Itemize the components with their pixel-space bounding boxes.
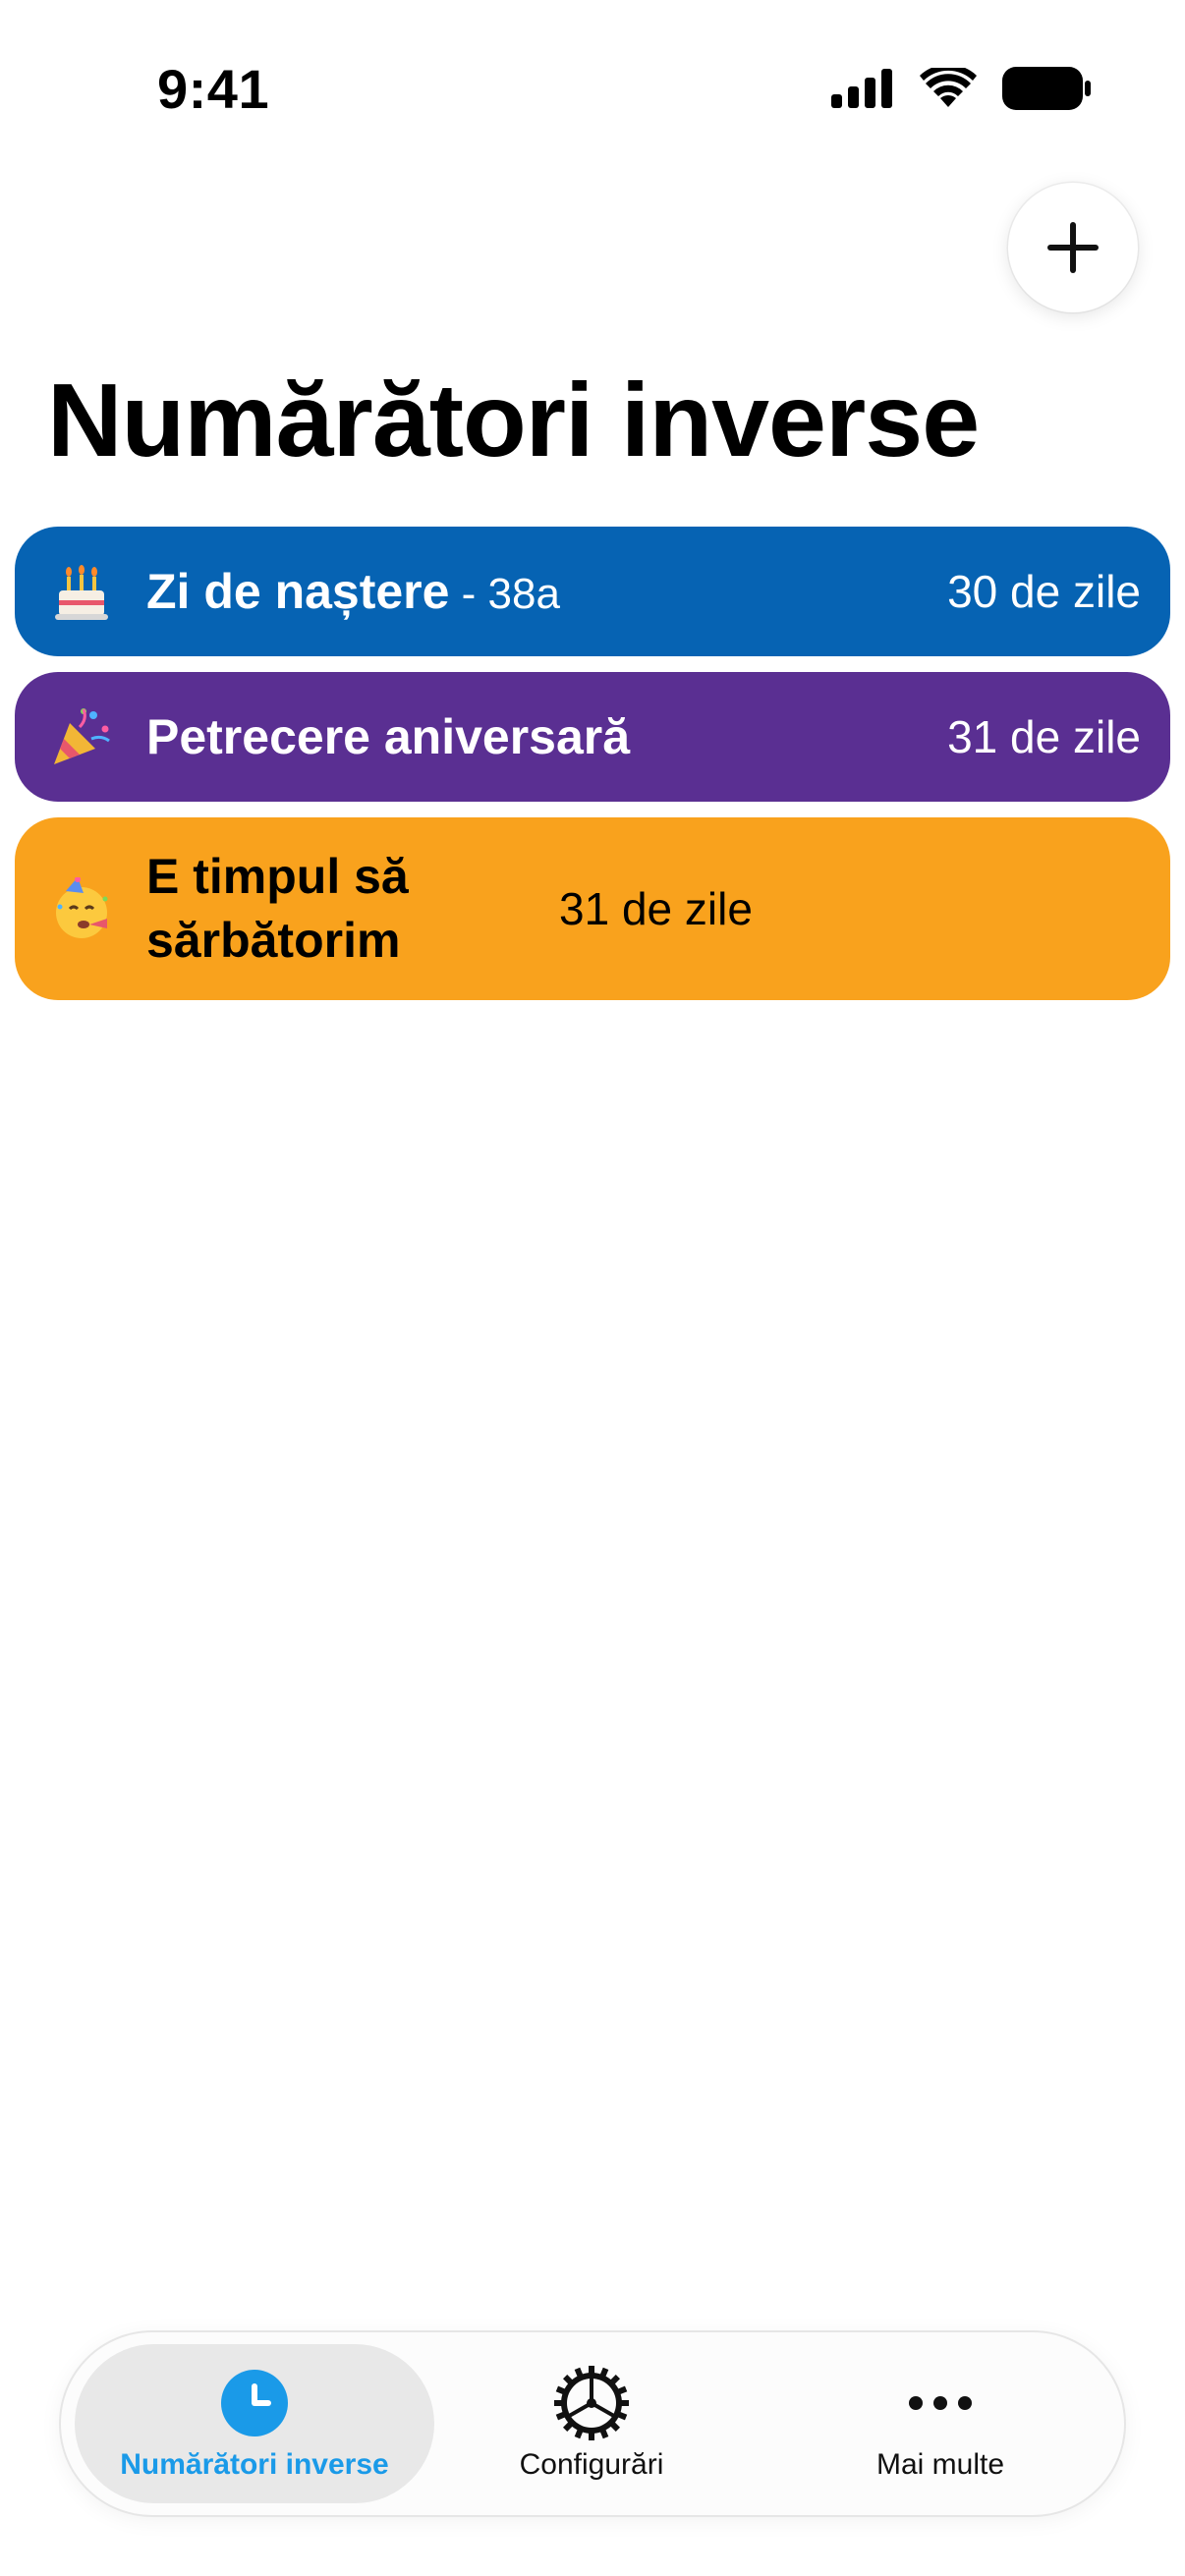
gear-icon	[553, 2366, 630, 2440]
countdown-days: 30 de zile	[947, 566, 1141, 617]
status-time: 9:41	[157, 58, 270, 120]
add-countdown-button[interactable]	[1008, 183, 1138, 312]
status-bar: 9:41	[0, 0, 1185, 196]
tab-label: Numărători inverse	[120, 2448, 389, 2481]
countdown-title: E timpul să sărbătorim	[146, 845, 559, 973]
cellular-signal-icon	[831, 69, 892, 108]
countdown-list: Zi de naștere - 38a 30 de zile Petrecere…	[15, 527, 1170, 1016]
plus-icon	[1047, 222, 1099, 273]
countdown-title: Zi de naștere - 38a	[146, 560, 947, 624]
countdown-card-anniversary[interactable]: Petrecere aniversară 31 de zile	[15, 672, 1170, 802]
countdown-days: 31 de zile	[559, 883, 753, 934]
tab-bar: Numărători inverse Configurări Mai multe	[61, 2332, 1124, 2515]
tab-more[interactable]: Mai multe	[778, 2344, 1102, 2503]
countdown-card-celebrate[interactable]: E timpul să sărbătorim 31 de zile	[15, 817, 1170, 1000]
tab-label: Configurări	[519, 2448, 664, 2481]
countdown-title: Petrecere aniversară	[146, 705, 947, 769]
countdown-title-text: Petrecere aniversară	[146, 708, 631, 764]
partying-face-icon	[48, 875, 115, 942]
countdown-card-birthday[interactable]: Zi de naștere - 38a 30 de zile	[15, 527, 1170, 656]
clock-icon	[219, 2366, 290, 2440]
birthday-cake-icon	[48, 558, 115, 625]
wifi-icon	[920, 68, 977, 107]
tab-label: Mai multe	[875, 2448, 1005, 2481]
tab-settings[interactable]: Configurări	[454, 2344, 729, 2503]
battery-icon	[1002, 67, 1091, 110]
party-popper-icon	[48, 703, 115, 770]
tab-countdowns[interactable]: Numărători inverse	[75, 2344, 434, 2503]
countdown-title-text: E timpul să sărbătorim	[146, 849, 409, 968]
status-icons	[831, 67, 1091, 110]
countdown-age: - 38a	[449, 569, 560, 618]
countdown-title-text: Zi de naștere	[146, 563, 450, 619]
countdown-days: 31 de zile	[947, 711, 1141, 762]
ellipsis-icon	[906, 2366, 975, 2440]
page-title: Numărători inverse	[47, 363, 980, 478]
